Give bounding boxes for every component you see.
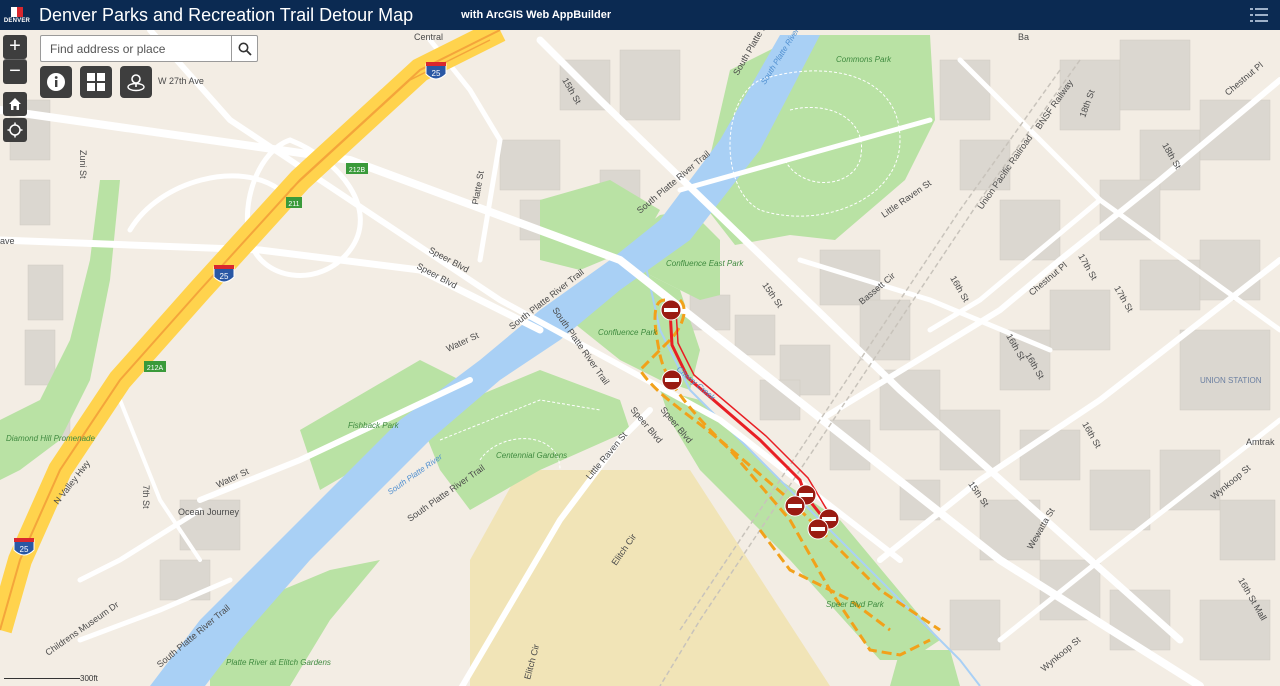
closure-icon[interactable]: [660, 299, 682, 321]
app-header: DENVER Denver Parks and Recreation Trail…: [0, 0, 1280, 30]
label-confluence-park: Confluence Park: [598, 328, 658, 337]
crosshair-icon: [7, 122, 23, 138]
label-platte-river-elitch: Platte River at Elitch Gardens: [226, 658, 331, 667]
svg-text:25: 25: [220, 272, 229, 281]
i25-shield: 25: [13, 538, 35, 556]
map-canvas[interactable]: 25 25 25 211 212B 212A W 27th Ave Zuni S…: [0, 30, 1280, 686]
grid-icon: [87, 73, 105, 91]
exit-212a-shield: 212A: [144, 361, 166, 372]
scale-bar-label: 300ft: [80, 674, 98, 683]
label-fishback-park: Fishback Park: [348, 421, 400, 430]
label-speer-blvd-park: Speer Blvd Park: [826, 600, 885, 609]
closure-icon[interactable]: [784, 495, 806, 517]
label-ocean-journey: Ocean Journey: [178, 507, 240, 517]
svg-text:211: 211: [288, 201, 299, 208]
my-location-button[interactable]: [3, 118, 27, 142]
closure-icon[interactable]: [807, 518, 829, 540]
label-centennial-gardens: Centennial Gardens: [496, 451, 567, 460]
svg-text:212B: 212B: [349, 167, 366, 174]
label-amtrak: Amtrak: [1246, 437, 1275, 447]
location-pin-icon: [127, 74, 145, 92]
label-zuni: Zuni St: [78, 150, 88, 179]
svg-text:25: 25: [20, 545, 29, 554]
exit-211-shield: 211: [286, 197, 302, 208]
about-widget-button[interactable]: [40, 66, 72, 98]
denver-flag-icon: [11, 6, 23, 17]
home-button[interactable]: [3, 92, 27, 116]
zoom-out-button[interactable]: −: [3, 59, 27, 84]
app-subtitle: with ArcGIS Web AppBuilder: [461, 9, 612, 21]
search-input[interactable]: [41, 36, 231, 61]
svg-text:212A: 212A: [147, 365, 164, 372]
exit-212b-shield: 212B: [346, 163, 368, 174]
basemap-gallery-button[interactable]: [80, 66, 112, 98]
locate-widget-button[interactable]: [120, 66, 152, 98]
label-central: Central: [414, 32, 443, 42]
svg-text:25: 25: [432, 69, 441, 78]
i25-shield: 25: [425, 62, 447, 80]
label-confluence-east-park: Confluence East Park: [666, 259, 744, 268]
app-title: Denver Parks and Recreation Trail Detour…: [39, 4, 414, 25]
label-union-station: UNION STATION: [1200, 376, 1262, 385]
logo-text: DENVER: [3, 17, 31, 24]
search-icon: [238, 42, 252, 56]
layer-list-icon[interactable]: [1250, 6, 1268, 24]
denver-logo: DENVER: [4, 2, 30, 28]
label-w27th: W 27th Ave: [158, 76, 204, 86]
i25-shield: 25: [213, 265, 235, 283]
search-box[interactable]: [40, 35, 258, 62]
search-button[interactable]: [231, 36, 257, 61]
label-7th-st: 7th St: [141, 485, 151, 509]
scale-bar-line: [4, 678, 80, 679]
scale-bar: 300ft: [4, 673, 98, 683]
basemap[interactable]: 25 25 25 211 212B 212A W 27th Ave Zuni S…: [0, 30, 1280, 686]
label-diamond-hill: Diamond Hill Promenade: [6, 434, 95, 443]
zoom-in-button[interactable]: +: [3, 35, 27, 59]
label-ba: Ba: [1018, 32, 1029, 42]
label-commons-park: Commons Park: [836, 55, 892, 64]
info-icon: [47, 73, 65, 91]
label-ave: ave: [0, 236, 15, 246]
home-icon: [9, 98, 21, 110]
